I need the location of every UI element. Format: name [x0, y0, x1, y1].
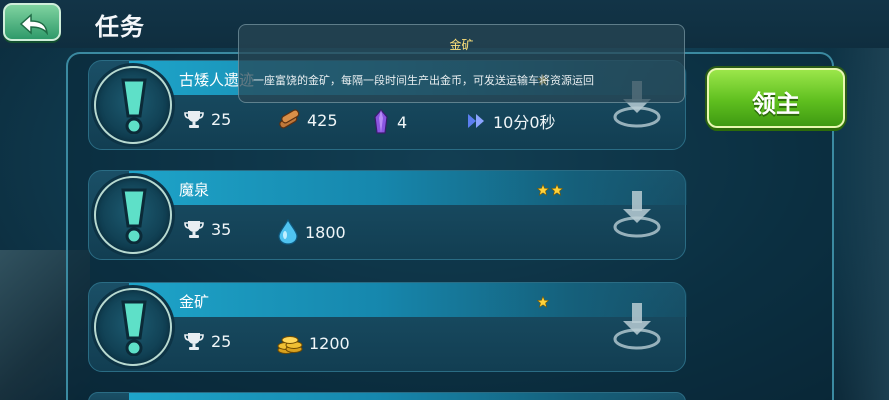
- trophy-stat: 25: [183, 331, 231, 351]
- building-name: 魔泉: [179, 181, 210, 199]
- collect-download-icon[interactable]: [611, 301, 663, 351]
- star-icon: [551, 184, 563, 196]
- card-header-band: [129, 393, 687, 400]
- exclamation-icon: [121, 300, 147, 356]
- resource-stat: 1800: [277, 219, 346, 245]
- mission-badge: [94, 176, 172, 254]
- star-icon: [537, 184, 549, 196]
- back-arrow-icon: [19, 13, 48, 35]
- resource-value: 1800: [305, 222, 346, 242]
- trophy-stat: 35: [183, 219, 231, 239]
- trophy-icon: [184, 111, 204, 128]
- resource-value: 1200: [309, 333, 350, 353]
- trophy-value: 25: [211, 109, 232, 129]
- resource-stat: 425: [277, 109, 338, 131]
- tooltip-title: 金矿: [449, 38, 474, 52]
- gold-coins-icon: [277, 336, 303, 354]
- resource-stat: 10分0秒: [467, 109, 556, 133]
- trophy-stat: 25: [183, 109, 231, 129]
- crystal-icon: [374, 109, 388, 134]
- card-header-band: [129, 283, 687, 317]
- building-card-partial[interactable]: [88, 392, 687, 400]
- exclamation-icon: [121, 78, 147, 134]
- back-button[interactable]: [3, 3, 61, 41]
- lord-button-label: 领主: [752, 90, 800, 118]
- trophy-icon: [184, 221, 204, 238]
- building-tooltip: 金矿 一座富饶的金矿，每隔一段时间生产出金币，可发送运输车将资源运回: [238, 24, 685, 103]
- speed-arrows-icon: [468, 114, 484, 128]
- trophy-value: 35: [211, 219, 232, 239]
- water-drop-icon: [278, 219, 298, 245]
- star-rating: [537, 296, 549, 308]
- star-rating: [537, 184, 563, 196]
- building-card[interactable]: 魔泉 35 1800: [88, 170, 687, 260]
- exclamation-icon: [121, 188, 147, 244]
- building-name: 金矿: [179, 293, 210, 311]
- resource-value: 425: [307, 110, 338, 130]
- resource-value: 4: [397, 112, 408, 132]
- building-card[interactable]: 金矿 25 1200: [88, 282, 687, 372]
- trophy-icon: [184, 333, 204, 350]
- background-shade: [829, 0, 889, 400]
- page-title: 任务: [95, 13, 145, 41]
- lord-button[interactable]: 领主: [707, 68, 845, 128]
- resource-stat: 1200: [277, 331, 350, 355]
- tooltip-description: 一座富饶的金矿，每隔一段时间生产出金币，可发送运输车将资源运回: [253, 74, 594, 87]
- collect-download-icon[interactable]: [611, 189, 663, 239]
- resource-stat: 4: [371, 109, 407, 135]
- star-icon: [537, 296, 549, 308]
- card-header-band: [129, 171, 687, 205]
- wood-logs-icon: [279, 109, 300, 129]
- trophy-value: 25: [211, 331, 232, 351]
- mission-badge: [94, 288, 172, 366]
- mission-badge: [94, 66, 172, 144]
- resource-value: 10分0秒: [493, 113, 556, 132]
